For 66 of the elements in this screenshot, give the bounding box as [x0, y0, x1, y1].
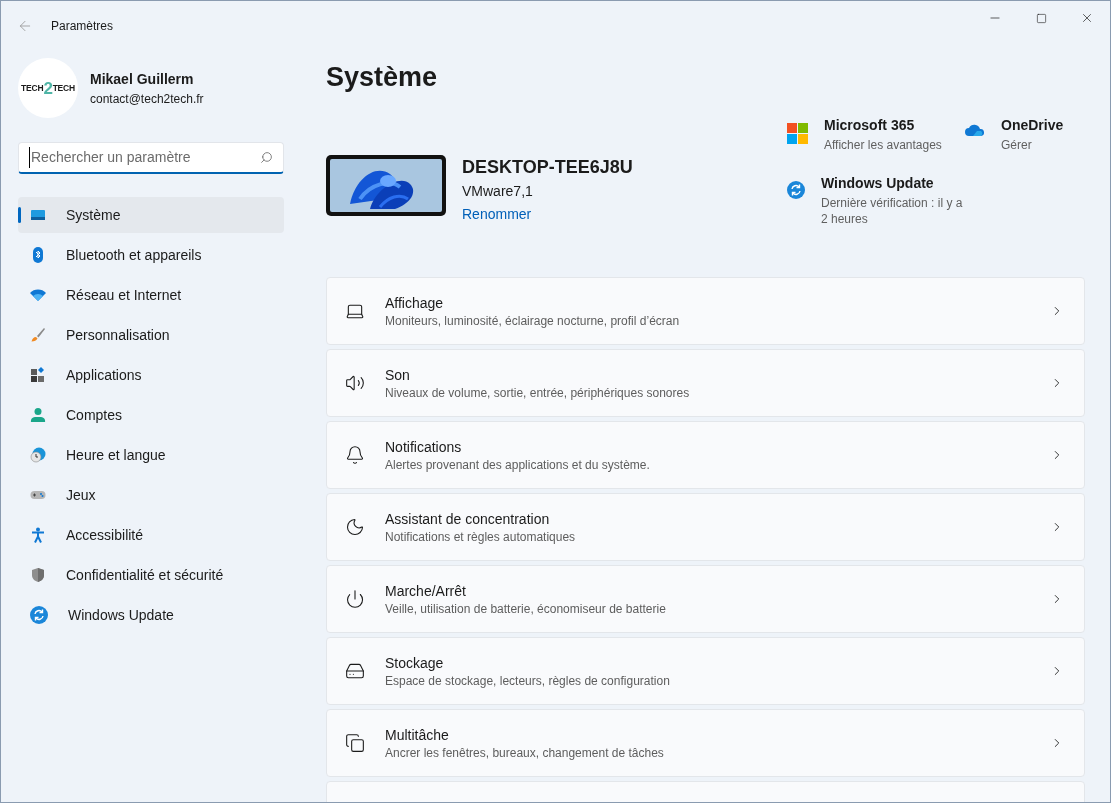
card-title: Multitâche [385, 725, 450, 744]
monitor-icon [30, 207, 46, 223]
sidebar-item[interactable]: Bluetooth et appareils [18, 237, 284, 273]
four-squares-icon [787, 123, 808, 144]
quick-link[interactable]: Microsoft 365 Afficher les avantages [787, 115, 965, 153]
card-title: Stockage [385, 653, 445, 672]
close-icon[interactable] [1080, 11, 1094, 25]
rename-link[interactable]: Renommer [462, 204, 633, 225]
sidebar-item[interactable]: Applications [18, 357, 284, 393]
settings-card[interactable]: Multitâche Ancrer les fenêtres, bureaux, changement de tâches [326, 709, 1085, 777]
cloud-icon [965, 123, 985, 136]
power-icon [345, 589, 365, 609]
card-title: Assistant de concentration [385, 509, 551, 528]
moon-icon [345, 517, 365, 537]
person-icon [30, 407, 46, 423]
shield-icon [30, 567, 46, 583]
user-email: contact@tech2tech.fr [90, 90, 204, 108]
card-subtitle: Veille, utilisation de batterie, économiseur de batterie [385, 600, 667, 617]
card-subtitle: Ancrer les fenêtres, bureaux, changement de tâches [385, 744, 665, 761]
quick-link[interactable]: OneDrive Gérer [965, 115, 1075, 153]
user-name: Mikael Guillerm [90, 69, 195, 89]
quick-link[interactable]: Windows Update Dernière vérification : il y a 2 heures [787, 173, 965, 227]
accessibility-icon [30, 527, 46, 543]
sidebar-item[interactable]: Système [18, 197, 284, 233]
card-title: Marche/Arrêt [385, 581, 467, 600]
page-title: Système [326, 61, 439, 94]
sidebar-item[interactable]: Comptes [18, 397, 284, 433]
settings-card[interactable]: Stockage Espace de stockage, lecteurs, règles de configuration [326, 637, 1085, 705]
device-model: VMware7,1 [462, 182, 534, 201]
drive-icon [345, 661, 365, 681]
sidebar-item[interactable]: Personnalisation [18, 317, 284, 353]
settings-card[interactable]: Affichage Moniteurs, luminosité, éclairage nocturne, profil d’écran [326, 277, 1085, 345]
wifi-icon [30, 287, 46, 303]
settings-card[interactable]: Assistant de concentration Notifications et règles automatiques [326, 493, 1085, 561]
card-subtitle: Espace de stockage, lecteurs, règles de configuration [385, 672, 671, 689]
bell-icon [345, 445, 365, 465]
settings-card[interactable]: Notifications Alertes provenant des applications et du système. [326, 421, 1085, 489]
refresh-icon [787, 181, 805, 199]
bluetooth-icon [30, 247, 46, 263]
apps-icon [30, 367, 46, 383]
card-subtitle: Niveaux de volume, sortie, entrée, périphériques sonores [385, 384, 691, 401]
sidebar-item[interactable]: Réseau et Internet [18, 277, 284, 313]
search-field[interactable]: Rechercher un paramètre [18, 142, 284, 174]
search-icon [260, 151, 273, 164]
card-title: Son [385, 365, 411, 384]
settings-card[interactable]: Son Niveaux de volume, sortie, entrée, périphériques sonores [326, 349, 1085, 417]
card-subtitle: Moniteurs, luminosité, éclairage nocturne, profil d’écran [385, 312, 681, 329]
card-subtitle: Alertes provenant des applications et du système. [385, 456, 651, 473]
sidebar-item[interactable]: Heure et langue [18, 437, 284, 473]
speaker-icon [345, 373, 365, 393]
sidebar-item[interactable]: Windows Update [18, 597, 284, 633]
card-subtitle: Notifications et règles automatiques [385, 528, 577, 545]
settings-card[interactable]: Marche/Arrêt Veille, utilisation de batterie, économiseur de batterie [326, 565, 1085, 633]
sidebar-item[interactable]: Accessibilité [18, 517, 284, 553]
maximize-icon[interactable] [1035, 12, 1047, 24]
sidebar-item[interactable]: Jeux [18, 477, 284, 513]
window-title: Paramètres [51, 18, 114, 35]
refresh-icon [30, 606, 48, 624]
windows-icon [345, 733, 365, 753]
selection-indicator [18, 207, 21, 223]
brush-icon [30, 327, 46, 343]
card-title: Affichage [385, 293, 445, 312]
device-name: DESKTOP-TEE6J8U [462, 156, 633, 179]
card-title: Notifications [385, 437, 463, 456]
sidebar-item[interactable]: Confidentialité et sécurité [18, 557, 284, 593]
clock-globe-icon [30, 447, 46, 463]
